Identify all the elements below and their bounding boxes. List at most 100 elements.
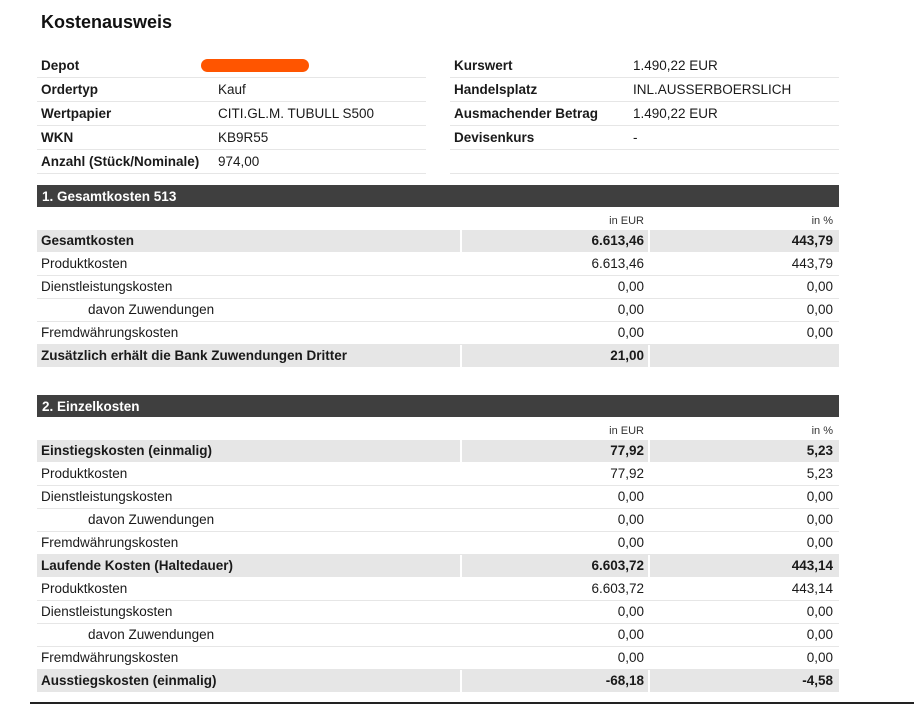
column-header: in EUR in % — [37, 417, 839, 440]
cost-eur: 0,00 — [617, 489, 644, 504]
cost-label: Dienstleistungskosten — [41, 489, 173, 504]
cost-label: davon Zuwendungen — [88, 302, 215, 317]
cost-eur: 0,00 — [617, 325, 644, 340]
redacted-depot-value — [201, 59, 309, 72]
section-gesamtkosten: 1. Gesamtkosten 513 in EUR in % Gesamtko… — [37, 185, 839, 368]
cost-label: Ausstiegskosten (einmalig) — [41, 673, 217, 688]
cost-label: Fremdwährungskosten — [41, 650, 179, 665]
info-label: Kurswert — [454, 58, 513, 73]
cost-label: Fremdwährungskosten — [41, 325, 179, 340]
cost-eur: 0,00 — [617, 627, 644, 642]
cost-label: Dienstleistungskosten — [41, 279, 173, 294]
column-eur-label: in EUR — [609, 425, 644, 437]
order-info-left: Depot Ordertyp Kauf Wertpapier CITI.GL.M… — [37, 54, 426, 174]
cost-eur: 6.603,72 — [591, 558, 644, 573]
info-label: Ordertyp — [41, 82, 99, 97]
cost-eur: 21,00 — [610, 348, 644, 363]
cost-row: Dienstleistungskosten 0,00 0,00 — [37, 601, 839, 624]
info-value: 974,00 — [218, 154, 260, 169]
cost-pct: 443,14 — [791, 581, 833, 596]
cost-pct: 0,00 — [806, 535, 833, 550]
bottom-divider — [30, 702, 914, 704]
info-value: INL.AUSSERBOERSLICH — [633, 82, 792, 97]
cost-eur: 0,00 — [617, 302, 644, 317]
info-label: Devisenkurs — [454, 130, 535, 145]
cost-row-third-party: Zusätzlich erhält die Bank Zuwendungen D… — [37, 345, 839, 368]
cost-row: Dienstleistungskosten 0,00 0,00 — [37, 276, 839, 299]
info-label: WKN — [41, 130, 74, 145]
cost-label: Fremdwährungskosten — [41, 535, 179, 550]
cost-row: Fremdwährungskosten 0,00 0,00 — [37, 532, 839, 555]
section-header: 2. Einzelkosten — [37, 395, 839, 417]
cost-row-entry: Einstiegskosten (einmalig) 77,92 5,23 — [37, 440, 839, 463]
cost-pct: 0,00 — [806, 512, 833, 527]
cost-pct: 5,23 — [806, 443, 833, 458]
cost-eur: -68,18 — [605, 673, 644, 688]
cost-row-indented: davon Zuwendungen 0,00 0,00 — [37, 299, 839, 322]
cost-label: Zusätzlich erhält die Bank Zuwendungen D… — [41, 348, 348, 363]
info-row-devisenkurs: Devisenkurs - — [450, 126, 839, 150]
info-row-wertpapier: Wertpapier CITI.GL.M. TUBULL S500 — [37, 102, 426, 126]
cost-row: Dienstleistungskosten 0,00 0,00 — [37, 486, 839, 509]
cost-label: Gesamtkosten — [41, 233, 135, 248]
page-title: Kostenausweis — [41, 12, 173, 32]
column-pct-label: in % — [811, 215, 833, 227]
info-value: KB9R55 — [218, 130, 269, 145]
info-row-depot: Depot — [37, 54, 426, 78]
cost-pct: 0,00 — [806, 604, 833, 619]
cost-label: Produktkosten — [41, 581, 128, 596]
cost-pct: -4,58 — [802, 673, 833, 688]
cost-pct: 0,00 — [806, 627, 833, 642]
info-row-handelsplatz: Handelsplatz INL.AUSSERBOERSLICH — [450, 78, 839, 102]
cost-row: Fremdwährungskosten 0,00 0,00 — [37, 322, 839, 345]
cost-pct: 0,00 — [806, 650, 833, 665]
info-value: CITI.GL.M. TUBULL S500 — [218, 106, 375, 121]
info-label: Ausmachender Betrag — [454, 106, 599, 121]
cost-pct: 5,23 — [806, 466, 833, 481]
cost-eur: 0,00 — [617, 604, 644, 619]
info-value: Kauf — [218, 82, 246, 97]
cost-eur: 77,92 — [610, 443, 644, 458]
info-label: Handelsplatz — [454, 82, 538, 97]
cost-row: Produktkosten 6.613,46 443,79 — [37, 253, 839, 276]
cost-label: Laufende Kosten (Haltedauer) — [41, 558, 234, 573]
cost-label: davon Zuwendungen — [88, 512, 215, 527]
info-row-ordertyp: Ordertyp Kauf — [37, 78, 426, 102]
cost-eur: 0,00 — [617, 535, 644, 550]
cost-pct: 443,79 — [791, 256, 833, 271]
cost-label: Einstiegskosten (einmalig) — [41, 443, 213, 458]
info-value: - — [633, 130, 638, 145]
cost-pct: 0,00 — [806, 279, 833, 294]
info-row-kurswert: Kurswert 1.490,22 EUR — [450, 54, 839, 78]
info-row-wkn: WKN KB9R55 — [37, 126, 426, 150]
cost-row-total: Gesamtkosten 6.613,46 443,79 — [37, 230, 839, 253]
cost-row-running: Laufende Kosten (Haltedauer) 6.603,72 44… — [37, 555, 839, 578]
info-value: 1.490,22 EUR — [633, 58, 718, 73]
cost-label: Produktkosten — [41, 256, 128, 271]
info-row-anzahl: Anzahl (Stück/Nominale) 974,00 — [37, 150, 426, 174]
section-header: 1. Gesamtkosten 513 — [37, 185, 839, 207]
info-value: 1.490,22 EUR — [633, 106, 718, 121]
cost-eur: 6.613,46 — [591, 256, 644, 271]
cost-row-indented: davon Zuwendungen 0,00 0,00 — [37, 624, 839, 647]
cost-pct: 0,00 — [806, 325, 833, 340]
order-info-right: Kurswert 1.490,22 EUR Handelsplatz INL.A… — [450, 54, 839, 174]
cost-pct: 0,00 — [806, 489, 833, 504]
info-label: Anzahl (Stück/Nominale) — [41, 154, 200, 169]
section-einzelkosten: 2. Einzelkosten in EUR in % Einstiegskos… — [37, 395, 839, 693]
column-pct-label: in % — [811, 425, 833, 437]
info-label: Wertpapier — [41, 106, 112, 121]
cost-row-exit: Ausstiegskosten (einmalig) -68,18 -4,58 — [37, 670, 839, 693]
cost-pct: 443,14 — [791, 558, 833, 573]
cost-pct: 443,79 — [791, 233, 833, 248]
info-label: Depot — [41, 58, 80, 73]
cost-label: Produktkosten — [41, 466, 128, 481]
cost-eur: 6.613,46 — [591, 233, 644, 248]
cost-row: Produktkosten 77,92 5,23 — [37, 463, 839, 486]
cost-row-indented: davon Zuwendungen 0,00 0,00 — [37, 509, 839, 532]
cost-label: davon Zuwendungen — [88, 627, 215, 642]
cost-eur: 6.603,72 — [591, 581, 644, 596]
cost-eur: 0,00 — [617, 650, 644, 665]
column-eur-label: in EUR — [609, 215, 644, 227]
cost-eur: 0,00 — [617, 279, 644, 294]
